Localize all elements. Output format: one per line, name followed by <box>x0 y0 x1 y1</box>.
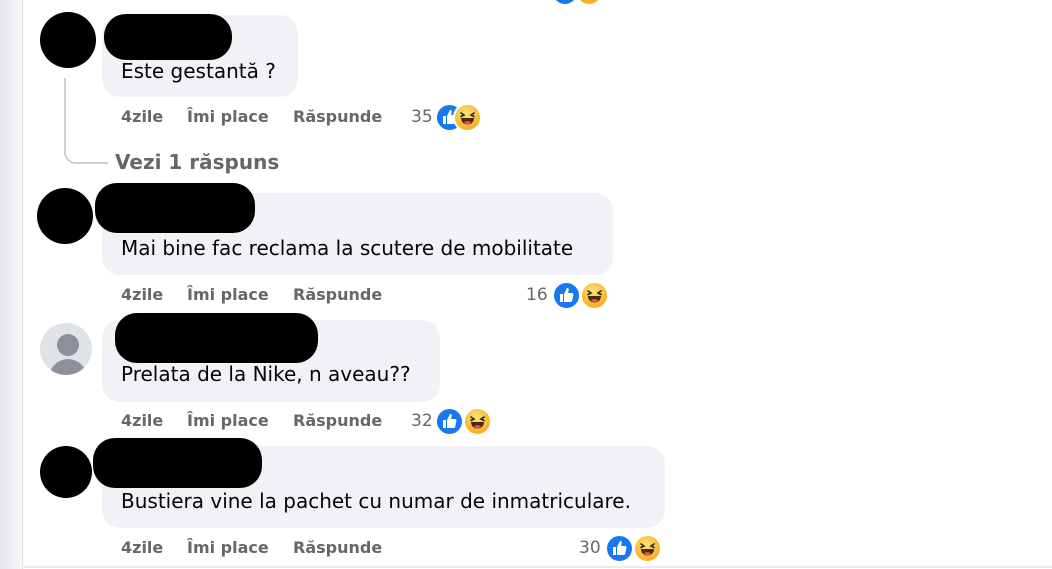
page-left-edge <box>0 0 23 569</box>
previous-reaction-icons <box>553 0 601 6</box>
like-icon <box>552 281 581 310</box>
like-button[interactable]: Îmi place <box>187 538 269 557</box>
comment-time[interactable]: 4zile <box>121 107 163 126</box>
like-button[interactable]: Îmi place <box>187 107 269 126</box>
like-button[interactable]: Îmi place <box>187 285 269 304</box>
avatar-shoulders-shape <box>49 359 87 375</box>
redacted-author-name <box>115 313 318 363</box>
redacted-author-name <box>93 438 262 488</box>
haha-icon <box>580 281 609 310</box>
avatar[interactable] <box>40 446 92 498</box>
avatar[interactable] <box>40 12 96 68</box>
bottom-divider <box>22 566 1052 568</box>
reply-button[interactable]: Răspunde <box>293 107 382 126</box>
comment-text: Mai bine fac reclama la scutere de mobil… <box>121 236 574 260</box>
thread-connector-line <box>64 78 108 164</box>
like-icon <box>435 407 464 436</box>
reaction-count: 30 <box>579 538 601 558</box>
comment-time[interactable]: 4zile <box>121 538 163 557</box>
avatar-head-shape <box>57 334 79 356</box>
redacted-author-name <box>95 183 255 233</box>
like-button[interactable]: Îmi place <box>187 411 269 430</box>
reply-button[interactable]: Răspunde <box>293 411 382 430</box>
haha-icon <box>463 407 492 436</box>
see-replies-link[interactable]: Vezi 1 răspuns <box>115 150 279 174</box>
comment-time[interactable]: 4zile <box>121 411 163 430</box>
reply-button[interactable]: Răspunde <box>293 538 382 557</box>
reaction-count: 32 <box>411 411 433 431</box>
comment-text: Bustiera vine la pachet cu numar de inma… <box>121 489 631 513</box>
comment-text: Este gestantă ? <box>121 59 276 83</box>
reaction-count: 16 <box>526 285 548 305</box>
previous-comment-reactions[interactable] <box>551 0 611 6</box>
reaction-count: 35 <box>411 107 433 127</box>
comment-text: Prelata de la Nike, n aveau?? <box>121 362 411 386</box>
avatar[interactable] <box>37 188 93 244</box>
haha-icon <box>633 534 662 563</box>
comment-time[interactable]: 4zile <box>121 285 163 304</box>
like-icon <box>605 534 634 563</box>
redacted-author-name <box>104 14 232 60</box>
default-avatar-icon[interactable] <box>40 323 92 375</box>
haha-icon <box>453 103 482 132</box>
reply-button[interactable]: Răspunde <box>293 285 382 304</box>
